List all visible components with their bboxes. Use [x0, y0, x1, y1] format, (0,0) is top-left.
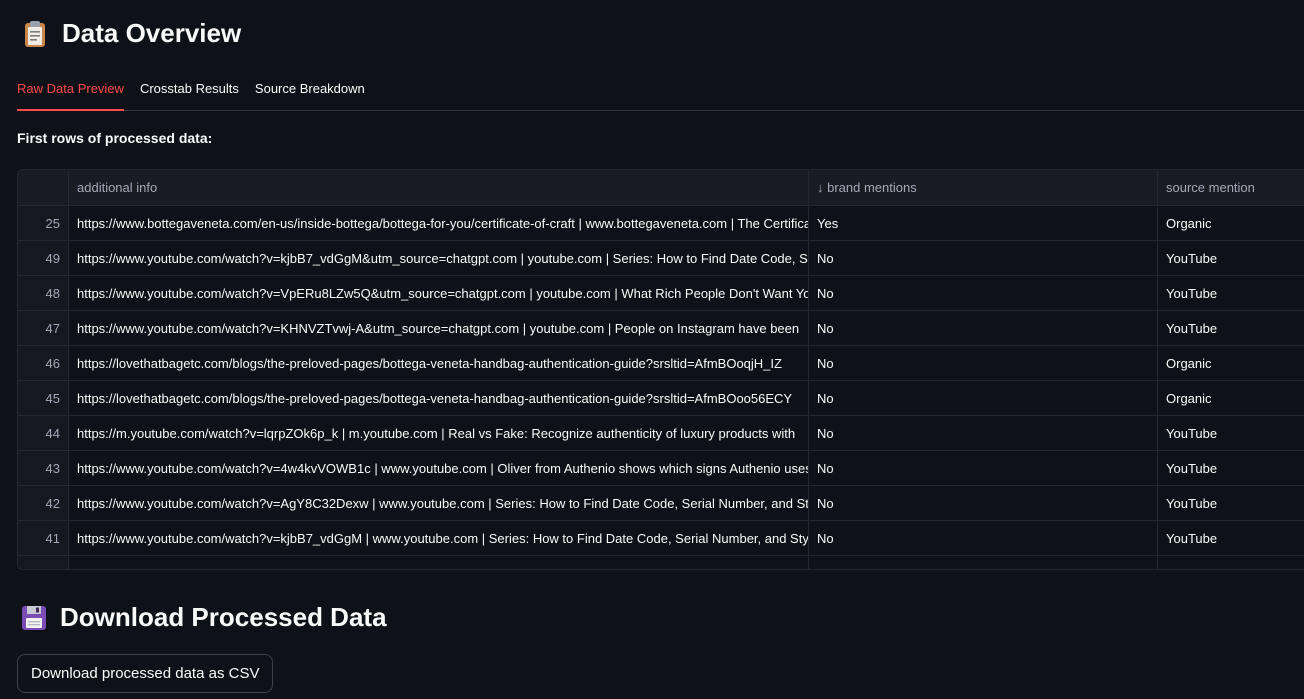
table-row[interactable]: 49 https://www.youtube.com/watch?v=kjbB7… — [18, 241, 1304, 276]
table-row[interactable]: 42 https://www.youtube.com/watch?v=AgY8C… — [18, 486, 1304, 521]
cell-additional-info[interactable]: https://m.youtube.com/watch?v=lqrpZOk6p_… — [69, 416, 809, 450]
download-section-title: Download Processed Data — [60, 602, 387, 632]
data-table[interactable]: additional info ↓ brand mentions source … — [17, 169, 1304, 570]
cell-source-mention[interactable]: YouTube — [1158, 416, 1304, 450]
column-header-additional-info[interactable]: additional info — [69, 170, 809, 205]
cell-additional-info[interactable]: https://www.youtube.com/watch?v=4w4kvVOW… — [69, 451, 809, 485]
index-column-header — [18, 170, 69, 205]
cell-additional-info[interactable]: https://www.youtube.com/watch?v=VpERu8LZ… — [69, 276, 809, 310]
cell-brand-mentions[interactable]: No — [809, 241, 1158, 275]
cell-source-mention[interactable]: YouTube — [1158, 311, 1304, 345]
cell-source-mention[interactable]: YouTube — [1158, 241, 1304, 275]
table-row[interactable]: 47 https://www.youtube.com/watch?v=KHNVZ… — [18, 311, 1304, 346]
clipboard-icon — [25, 20, 45, 47]
column-header-brand-mentions[interactable]: ↓ brand mentions — [809, 170, 1158, 205]
cell-brand-mentions[interactable]: No — [809, 486, 1158, 520]
cell-brand-mentions[interactable]: No — [809, 381, 1158, 415]
row-index: 41 — [18, 521, 69, 555]
table-row[interactable]: 43 https://www.youtube.com/watch?v=4w4kv… — [18, 451, 1304, 486]
row-index: 48 — [18, 276, 69, 310]
data-overview-heading: Data Overview — [20, 18, 241, 49]
cell-source-mention[interactable]: Organic — [1158, 381, 1304, 415]
table-row[interactable]: 46 https://lovethatbagetc.com/blogs/the-… — [18, 346, 1304, 381]
cell-source-mention[interactable]: Organic — [1158, 206, 1304, 240]
cell-source-mention[interactable]: YouTube — [1158, 521, 1304, 555]
cell-source-mention[interactable]: YouTube — [1158, 276, 1304, 310]
table-header-row: additional info ↓ brand mentions source … — [18, 170, 1304, 206]
table-row[interactable]: 44 https://m.youtube.com/watch?v=lqrpZOk… — [18, 416, 1304, 451]
cell-brand-mentions[interactable]: No — [809, 276, 1158, 310]
table-row[interactable]: 48 https://www.youtube.com/watch?v=VpERu… — [18, 276, 1304, 311]
row-index: 43 — [18, 451, 69, 485]
column-header-source-mention[interactable]: source mention — [1158, 170, 1304, 205]
cell-source-mention[interactable]: YouTube — [1158, 486, 1304, 520]
row-index: 46 — [18, 346, 69, 380]
row-index: 47 — [18, 311, 69, 345]
cell-brand-mentions[interactable]: No — [809, 311, 1158, 345]
cell-additional-info[interactable]: https://www.youtube.com/watch?v=AgY8C32D… — [69, 486, 809, 520]
preview-caption: First rows of processed data: — [17, 130, 213, 146]
tab-raw-data-preview[interactable]: Raw Data Preview — [17, 72, 124, 111]
floppy-disk-icon — [22, 605, 46, 630]
tab-crosstab-results[interactable]: Crosstab Results — [140, 72, 239, 109]
table-row[interactable]: 25 https://www.bottegaveneta.com/en-us/i… — [18, 206, 1304, 241]
cell-additional-info[interactable]: https://www.bottegaveneta.com/en-us/insi… — [69, 206, 809, 240]
row-index: 45 — [18, 381, 69, 415]
cell-additional-info — [69, 556, 809, 569]
cell-brand-mentions — [809, 556, 1158, 569]
app-page: Data Overview Raw Data Preview Crosstab … — [0, 0, 1304, 699]
cell-brand-mentions[interactable]: Yes — [809, 206, 1158, 240]
table-row-partial — [18, 556, 1304, 569]
row-index — [18, 556, 69, 569]
download-heading: Download Processed Data — [20, 602, 387, 633]
cell-additional-info[interactable]: https://www.youtube.com/watch?v=KHNVZTvw… — [69, 311, 809, 345]
table-row[interactable]: 45 https://lovethatbagetc.com/blogs/the-… — [18, 381, 1304, 416]
cell-additional-info[interactable]: https://lovethatbagetc.com/blogs/the-pre… — [69, 381, 809, 415]
tab-bar: Raw Data Preview Crosstab Results Source… — [17, 72, 1304, 111]
row-index: 42 — [18, 486, 69, 520]
row-index: 25 — [18, 206, 69, 240]
download-csv-button[interactable]: Download processed data as CSV — [17, 654, 274, 693]
cell-source-mention[interactable]: Organic — [1158, 346, 1304, 380]
row-index: 49 — [18, 241, 69, 275]
cell-additional-info[interactable]: https://www.youtube.com/watch?v=kjbB7_vd… — [69, 521, 809, 555]
table-row[interactable]: 41 https://www.youtube.com/watch?v=kjbB7… — [18, 521, 1304, 556]
cell-additional-info[interactable]: https://lovethatbagetc.com/blogs/the-pre… — [69, 346, 809, 380]
cell-source-mention[interactable]: YouTube — [1158, 451, 1304, 485]
row-index: 44 — [18, 416, 69, 450]
page-title: Data Overview — [62, 18, 242, 48]
cell-additional-info[interactable]: https://www.youtube.com/watch?v=kjbB7_vd… — [69, 241, 809, 275]
cell-brand-mentions[interactable]: No — [809, 521, 1158, 555]
cell-source-mention — [1158, 556, 1304, 569]
cell-brand-mentions[interactable]: No — [809, 346, 1158, 380]
tab-source-breakdown[interactable]: Source Breakdown — [255, 72, 365, 109]
cell-brand-mentions[interactable]: No — [809, 451, 1158, 485]
cell-brand-mentions[interactable]: No — [809, 416, 1158, 450]
